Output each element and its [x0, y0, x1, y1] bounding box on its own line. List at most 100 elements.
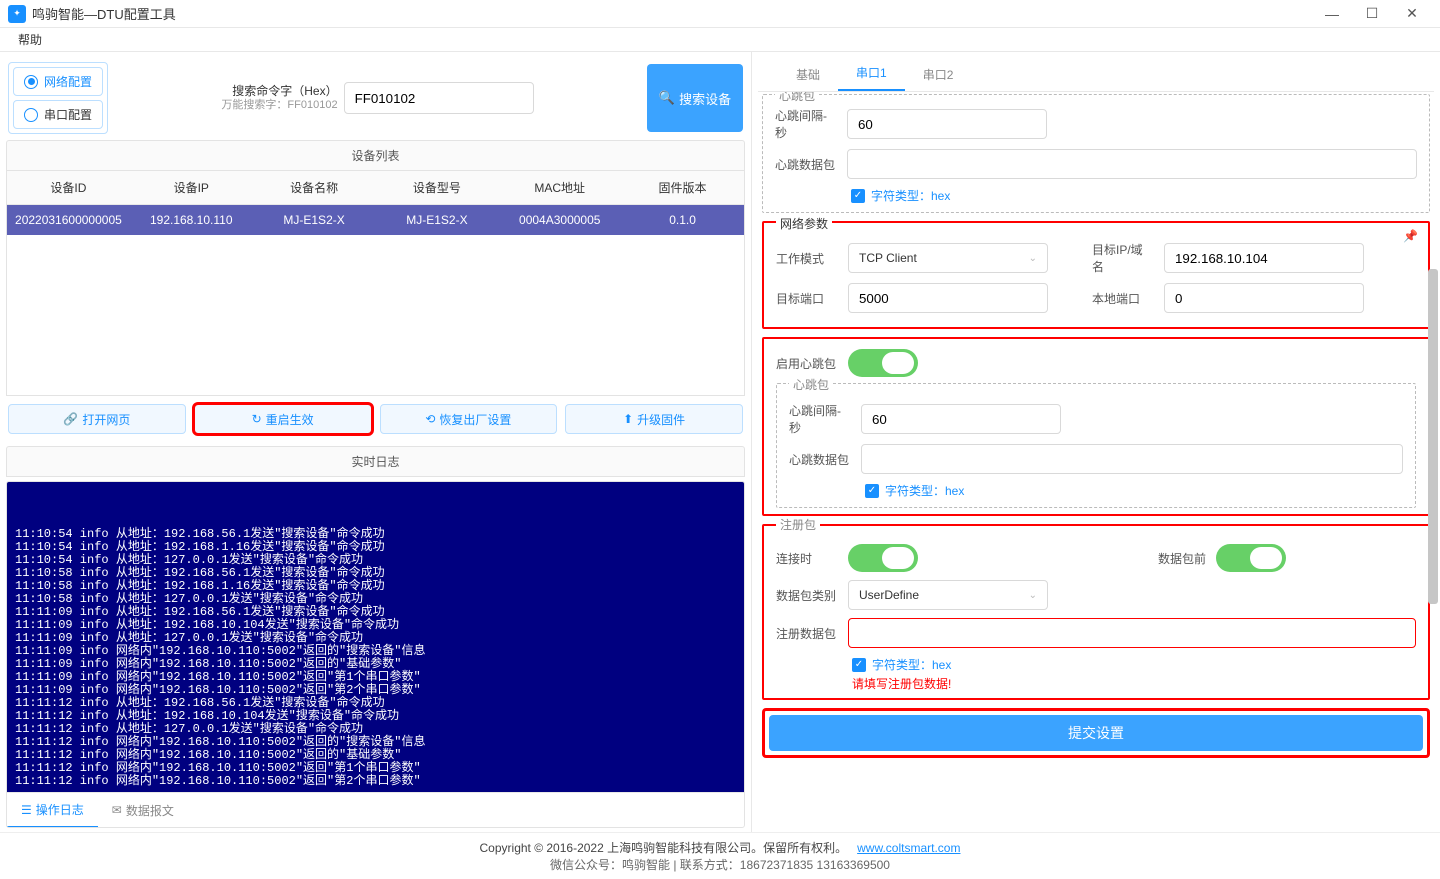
- pin-icon[interactable]: 📌: [1403, 229, 1418, 243]
- register-data-input[interactable]: [848, 618, 1416, 648]
- cell-fw: 0.1.0: [621, 205, 744, 235]
- netparams-legend: 网络参数: [776, 215, 832, 232]
- hex-label2: 字符类型：hex: [885, 482, 964, 499]
- register-error-text: 请填写注册包数据!: [852, 675, 1416, 692]
- radio-network-config[interactable]: 网络配置: [13, 67, 103, 96]
- tab-op-log[interactable]: ☰操作日志: [7, 793, 98, 828]
- app-logo: ✦: [8, 5, 26, 23]
- config-mode-radio: 网络配置 串口配置: [8, 62, 108, 134]
- chevron-down-icon: ⌄: [1029, 590, 1037, 601]
- before-data-toggle[interactable]: [1216, 544, 1286, 572]
- work-mode-select[interactable]: TCP Client⌄: [848, 243, 1048, 273]
- upload-icon: ⬆: [623, 412, 633, 426]
- menu-bar: 帮助: [0, 28, 1440, 52]
- local-port-input[interactable]: [1164, 283, 1364, 313]
- hb-enable-label: 启用心跳包: [776, 355, 838, 372]
- tab-basic[interactable]: 基础: [778, 58, 838, 91]
- tab-port2[interactable]: 串口2: [905, 58, 972, 91]
- hex-checkbox3[interactable]: ✓: [852, 658, 866, 672]
- hex-checkbox2[interactable]: ✓: [865, 484, 879, 498]
- search-btn-label: 搜索设备: [679, 89, 731, 108]
- col-fw: 固件版本: [621, 171, 744, 204]
- hb-data-input[interactable]: [847, 149, 1417, 179]
- heartbeat-enable-toggle[interactable]: [848, 349, 918, 377]
- search-icon: 🔍: [659, 90, 675, 106]
- config-tabs: 基础 串口1 串口2: [758, 56, 1434, 92]
- heartbeat-mid-fieldset: 心跳包 心跳间隔-秒 心跳数据包 ✓字符类型：hex: [776, 383, 1416, 508]
- search-device-button[interactable]: 🔍搜索设备: [647, 64, 743, 132]
- col-id: 设备ID: [7, 171, 130, 204]
- cell-id: 2022031600000005: [7, 205, 130, 235]
- factory-reset-button[interactable]: ⟲恢复出厂设置: [380, 404, 558, 434]
- link-icon: 🔗: [63, 412, 78, 426]
- hex-checkbox[interactable]: ✓: [851, 189, 865, 203]
- close-button[interactable]: ✕: [1392, 5, 1432, 22]
- right-panel: 基础 串口1 串口2 心跳包 心跳间隔-秒 心跳数据包 ✓ 字符类型：hex 网络…: [752, 52, 1440, 832]
- copyright-text: Copyright © 2016-2022 上海鸣驹智能科技有限公司。保留所有权…: [480, 841, 848, 855]
- cell-mac: 0004A3000005: [498, 205, 621, 235]
- hb-data-label2: 心跳数据包: [789, 451, 851, 468]
- hb-data-label: 心跳数据包: [775, 156, 837, 173]
- target-port-label: 目标端口: [776, 290, 838, 307]
- tab-port1[interactable]: 串口1: [838, 56, 905, 91]
- hb-interval-input[interactable]: [847, 109, 1047, 139]
- log-body[interactable]: 11:10:54 info 从地址：192.168.56.1发送"搜索设备"命令…: [7, 482, 744, 792]
- col-mac: MAC地址: [498, 171, 621, 204]
- hb-interval-label2: 心跳间隔-秒: [789, 402, 851, 436]
- heartbeat-enable-fieldset: 启用心跳包 心跳包 心跳间隔-秒 心跳数据包 ✓ 字符类型：hex: [762, 337, 1430, 516]
- table-row[interactable]: 2022031600000005 192.168.10.110 MJ-E1S2-…: [7, 205, 744, 235]
- heartbeat-mid-legend: 心跳包: [789, 376, 833, 393]
- minimize-button[interactable]: —: [1312, 6, 1352, 22]
- tab-data-packet[interactable]: ✉数据报文: [98, 793, 188, 827]
- device-list-title: 设备列表: [6, 140, 745, 171]
- register-fieldset: 注册包 连接时 数据包前 数据包类别 UserDefine⌄ 注册数据包: [762, 524, 1430, 700]
- open-webpage-button[interactable]: 🔗打开网页: [8, 404, 186, 434]
- radio-label: 串口配置: [44, 106, 92, 123]
- col-name: 设备名称: [253, 171, 376, 204]
- radio-serial-config[interactable]: 串口配置: [13, 100, 103, 129]
- hb-data-input2[interactable]: [861, 444, 1403, 474]
- log-panel: 11:10:54 info 从地址：192.168.56.1发送"搜索设备"命令…: [6, 481, 745, 828]
- col-model: 设备型号: [375, 171, 498, 204]
- mode-label: 工作模式: [776, 250, 838, 267]
- undo-icon: ⟲: [425, 412, 435, 426]
- hex-label3: 字符类型：hex: [872, 656, 951, 673]
- maximize-button[interactable]: ☐: [1352, 5, 1392, 22]
- target-port-input[interactable]: [848, 283, 1048, 313]
- title-bar: ✦ 鸣驹智能—DTU配置工具 — ☐ ✕: [0, 0, 1440, 28]
- connect-toggle[interactable]: [848, 544, 918, 572]
- hex-label: 字符类型：hex: [871, 187, 950, 204]
- search-cmd-label: 搜索命令字（Hex）: [221, 84, 337, 98]
- chevron-down-icon: ⌄: [1029, 253, 1037, 264]
- footer-link[interactable]: www.coltsmart.com: [857, 841, 960, 855]
- pkg-type-label: 数据包类别: [776, 587, 838, 604]
- network-params-fieldset: 网络参数 📌 工作模式 TCP Client⌄ 目标IP/域名 目标端口 本地端…: [762, 221, 1430, 329]
- footer-sub: 微信公众号：鸣驹智能 | 联系方式：18672371835 1316336950…: [0, 856, 1440, 873]
- search-cmd-input[interactable]: [344, 82, 534, 114]
- scrollbar-track[interactable]: [1428, 82, 1438, 828]
- col-ip: 设备IP: [130, 171, 253, 204]
- log-title: 实时日志: [6, 446, 745, 477]
- reg-data-label: 注册数据包: [776, 625, 838, 642]
- cell-ip: 192.168.10.110: [130, 205, 253, 235]
- target-ip-input[interactable]: [1164, 243, 1364, 273]
- upgrade-firmware-button[interactable]: ⬆升级固件: [565, 404, 743, 434]
- device-table-header: 设备ID 设备IP 设备名称 设备型号 MAC地址 固件版本: [7, 171, 744, 205]
- connect-label: 连接时: [776, 550, 838, 567]
- submit-settings-button[interactable]: 提交设置: [769, 715, 1423, 751]
- menu-help[interactable]: 帮助: [10, 28, 50, 51]
- footer: Copyright © 2016-2022 上海鸣驹智能科技有限公司。保留所有权…: [0, 832, 1440, 879]
- refresh-icon: ↻: [252, 412, 262, 426]
- hb-interval-input2[interactable]: [861, 404, 1061, 434]
- list-icon: ☰: [21, 803, 32, 817]
- before-data-label: 数据包前: [1158, 550, 1206, 567]
- local-port-label: 本地端口: [1092, 290, 1154, 307]
- search-cmd-sublabel: 万能搜索字：FF010102: [221, 98, 337, 112]
- pkg-type-select[interactable]: UserDefine⌄: [848, 580, 1048, 610]
- scrollbar-thumb[interactable]: [1428, 269, 1438, 605]
- target-ip-label: 目标IP/域名: [1092, 241, 1154, 275]
- restart-apply-button[interactable]: ↻重启生效: [194, 404, 372, 434]
- cell-name: MJ-E1S2-X: [253, 205, 376, 235]
- app-title: 鸣驹智能—DTU配置工具: [32, 4, 1312, 23]
- heartbeat-top-fieldset: 心跳包 心跳间隔-秒 心跳数据包 ✓字符类型：hex: [762, 94, 1430, 213]
